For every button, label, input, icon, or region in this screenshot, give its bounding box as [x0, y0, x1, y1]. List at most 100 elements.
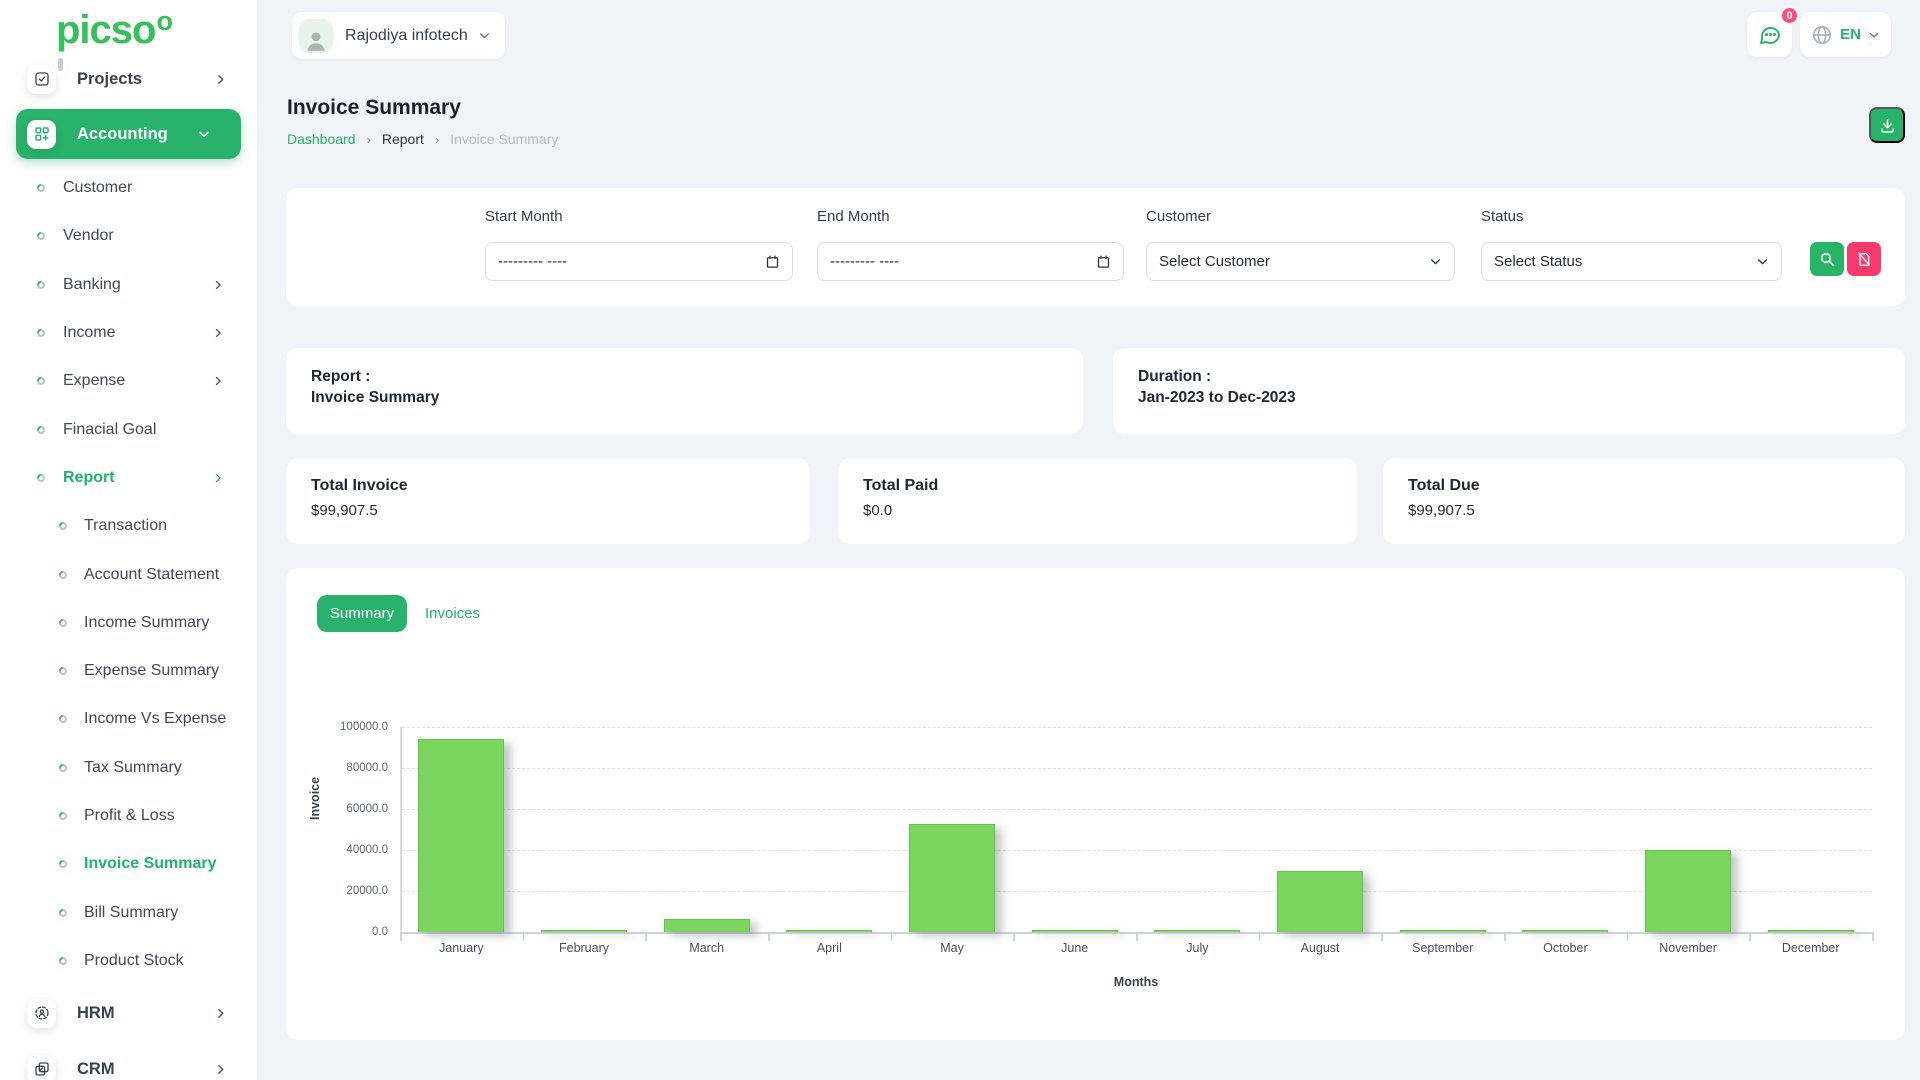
- sidebar-item-label: Vendor: [63, 227, 114, 245]
- duration-value: Jan-2023 to Dec-2023: [1138, 389, 1296, 407]
- tab-invoices[interactable]: Invoices: [425, 595, 480, 632]
- sidebar-item-income[interactable]: Income: [0, 309, 257, 357]
- workspace-switcher[interactable]: Rajodiya infotech: [292, 12, 505, 59]
- start-month-input[interactable]: --------- ----: [485, 242, 793, 281]
- sidebar-item-projects[interactable]: Projects: [0, 56, 257, 102]
- sidebar-item-label: Income Summary: [84, 614, 209, 632]
- bullet-icon: [57, 617, 68, 628]
- chart-bar-december[interactable]: [1768, 930, 1854, 932]
- accounting-icon: [27, 120, 56, 149]
- chart-y-tick-label: 100000.0: [278, 721, 388, 733]
- reset-filter-button[interactable]: [1847, 242, 1881, 276]
- chart-y-tick-label: 60000.0: [278, 803, 388, 815]
- end-month-value: --------- ----: [830, 253, 899, 270]
- chart-x-tick-label: June: [1013, 941, 1136, 955]
- chart-x-tick: [400, 932, 402, 941]
- sidebar-item-label: Income Vs Expense: [84, 710, 226, 728]
- tab-summary[interactable]: Summary: [317, 595, 407, 632]
- total-value: $99,907.5: [1408, 502, 1475, 519]
- duration-label: Duration :: [1138, 368, 1211, 386]
- chart-bar-january[interactable]: [418, 739, 504, 932]
- brand-logo[interactable]: picsoo: [56, 8, 171, 53]
- sidebar-item-label: Transaction: [84, 517, 167, 535]
- end-month-input[interactable]: --------- ----: [817, 242, 1124, 281]
- apply-filter-button[interactable]: [1810, 242, 1844, 276]
- chart-x-tick: [523, 932, 525, 941]
- report-card: Report : Invoice Summary: [286, 348, 1083, 434]
- sidebar-report-item-account-statement[interactable]: Account Statement: [0, 550, 257, 598]
- chart-bar-november[interactable]: [1645, 850, 1731, 932]
- chart-bar-october[interactable]: [1522, 930, 1608, 932]
- messages-badge: 0: [1780, 6, 1799, 25]
- sidebar-item-label: Tax Summary: [84, 759, 182, 777]
- bullet-icon: [35, 472, 46, 483]
- sidebar-report-item-bill-summary[interactable]: Bill Summary: [0, 888, 257, 936]
- sidebar: picsoo Projects Accounting Customer Vendo…: [0, 0, 257, 1080]
- calendar-icon[interactable]: [1096, 254, 1111, 269]
- bullet-icon: [57, 810, 68, 821]
- filter-panel: Start Month --------- ---- End Month ---…: [286, 188, 1905, 306]
- chart-x-tick: [768, 932, 770, 941]
- sidebar-report-item-profit-loss[interactable]: Profit & Loss: [0, 792, 257, 840]
- chart-bar-may[interactable]: [909, 824, 995, 932]
- globe-icon: [1811, 24, 1833, 46]
- status-select[interactable]: Select Status: [1481, 242, 1782, 281]
- chart-bar-august[interactable]: [1277, 871, 1363, 933]
- sidebar-report-item-invoice-summary[interactable]: Invoice Summary: [0, 840, 257, 888]
- chart-card: Summary Invoices Invoice 0.020000.040000…: [286, 568, 1905, 1040]
- bullet-icon: [35, 231, 46, 242]
- breadcrumb-item[interactable]: Dashboard: [287, 131, 356, 147]
- chart-x-tick: [1749, 932, 1751, 941]
- language-selector[interactable]: EN: [1800, 12, 1891, 57]
- chart-x-tick: [1381, 932, 1383, 941]
- page-title: Invoice Summary: [287, 96, 461, 120]
- projects-icon: [27, 65, 56, 94]
- breadcrumb-separator: ›: [367, 132, 371, 147]
- messages-button[interactable]: 0: [1747, 12, 1792, 57]
- sidebar-report-item-tax-summary[interactable]: Tax Summary: [0, 744, 257, 792]
- customer-select[interactable]: Select Customer: [1146, 242, 1455, 281]
- sidebar-item-customer[interactable]: Customer: [0, 164, 257, 212]
- chart-bar-february[interactable]: [541, 930, 627, 932]
- sidebar-report-item-product-stock[interactable]: Product Stock: [0, 937, 257, 985]
- calendar-icon[interactable]: [765, 254, 780, 269]
- sidebar-report-item-income-summary[interactable]: Income Summary: [0, 599, 257, 647]
- chart-bar-march[interactable]: [664, 919, 750, 932]
- chevron-down-icon: [478, 29, 491, 42]
- hrm-icon: [27, 999, 56, 1028]
- chart-bar-july[interactable]: [1154, 930, 1240, 932]
- sidebar-item-vendor[interactable]: Vendor: [0, 212, 257, 260]
- chevron-down-icon: [1756, 255, 1769, 268]
- sidebar-item-report[interactable]: Report: [0, 454, 257, 502]
- total-card-total-paid: Total Paid$0.0: [838, 458, 1357, 544]
- sidebar-item-banking[interactable]: Banking: [0, 261, 257, 309]
- bullet-icon: [57, 714, 68, 725]
- sidebar-item-label: Projects: [77, 70, 142, 89]
- chart-bar-april[interactable]: [786, 930, 872, 932]
- sidebar-item-crm[interactable]: CRM: [0, 1043, 257, 1080]
- chart-x-tick: [1627, 932, 1629, 941]
- sidebar-item-label: Expense Summary: [84, 662, 219, 680]
- sidebar-item-label: Invoice Summary: [84, 855, 217, 873]
- sidebar-report-item-expense-summary[interactable]: Expense Summary: [0, 647, 257, 695]
- sidebar-item-label: Report: [63, 469, 115, 487]
- sidebar-report-item-transaction[interactable]: Transaction: [0, 502, 257, 550]
- sidebar-item-hrm[interactable]: HRM: [0, 987, 257, 1039]
- sidebar-item-expense[interactable]: Expense: [0, 357, 257, 405]
- brand-logo-sup: o: [156, 6, 172, 36]
- sidebar-item-accounting[interactable]: Accounting: [16, 109, 241, 159]
- chart-x-tick: [891, 932, 893, 941]
- download-button[interactable]: [1869, 107, 1905, 143]
- breadcrumb-item[interactable]: Report: [382, 131, 424, 147]
- chart-bar-september[interactable]: [1400, 930, 1486, 932]
- chart-x-tick-label: March: [645, 941, 768, 955]
- chart-x-tick-label: April: [768, 941, 891, 955]
- duration-card: Duration : Jan-2023 to Dec-2023: [1113, 348, 1905, 434]
- chart-y-tick-label: 0.0: [278, 926, 388, 938]
- total-card-total-invoice: Total Invoice$99,907.5: [286, 458, 810, 544]
- sidebar-item-finacial-goal[interactable]: Finacial Goal: [0, 405, 257, 453]
- chart-bar-june[interactable]: [1032, 930, 1118, 932]
- sidebar-item-label: Profit & Loss: [84, 807, 175, 825]
- total-label: Total Invoice: [311, 477, 408, 495]
- sidebar-report-item-income-vs-expense[interactable]: Income Vs Expense: [0, 695, 257, 743]
